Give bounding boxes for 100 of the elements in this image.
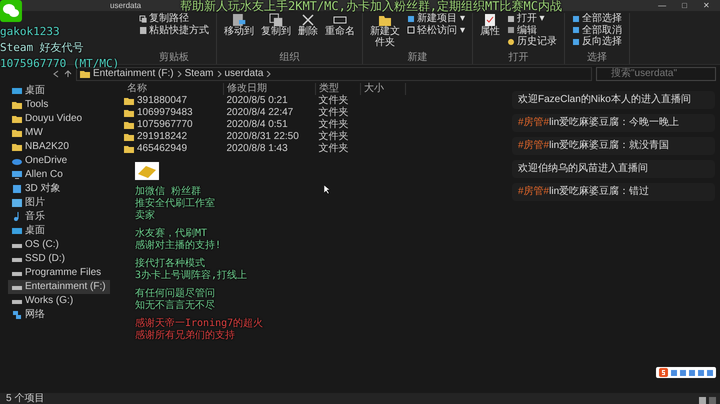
ribbon-button[interactable]: 编辑 [504,24,559,36]
file-name[interactable]: 1069979483 [137,107,193,119]
overlay-text: 水友赛，代刷MT [135,228,208,240]
sidebar-item[interactable]: OS (C:) [8,238,63,252]
copy-icon [139,14,147,23]
table-cell-text: 文件夹 [318,95,350,106]
ribbon-button[interactable]: 复制到 [259,13,293,52]
file-name[interactable]: 291918242 [137,131,188,143]
desktop-icon [12,86,22,96]
chat-message: #房管#lin爱吃麻婆豆腐：错过 [512,183,715,201]
ime-logo-icon[interactable] [659,368,668,377]
chat-message: 欢迎伯纳乌的风苗进入直播间 [512,160,715,178]
group-label: 打开 [507,52,530,64]
sidebar-item[interactable]: Douyu Video [8,112,86,126]
back-icon[interactable] [52,70,60,78]
sidebar-item[interactable]: Allen Co [8,168,67,182]
sidebar-item[interactable]: 网络 [8,308,49,322]
sidebar-item[interactable]: Entertainment (F:) [8,280,110,294]
overlay-text: 感谢天帝一Ironing7的超火 [135,318,264,330]
banner-text: 帮助新人玩水友上手2KMT/MC,办卡加入粉丝群,定期组织MT比赛MC内战 [180,0,562,13]
ribbon-button[interactable]: 反向选择 [570,36,624,48]
status-text: 5 个项目 [0,393,720,404]
mouse-cursor-icon [324,185,330,194]
table-cell-text: 2020/8/4 22:47 [226,107,294,119]
paste-icon [139,26,147,34]
folder-icon [80,68,90,78]
ribbon-button[interactable]: 属性 [478,13,502,52]
history-icon [506,38,515,46]
overlay-text: 加微信 粉丝群 [135,186,202,198]
maximize-button[interactable]: □ [676,2,693,10]
ribbon-button[interactable]: 全部选择 [570,13,624,24]
cloud-icon [12,156,22,166]
sidebar-item[interactable]: Programme Files [8,266,106,280]
ribbon-button[interactable]: 复制路径 [137,13,211,24]
file-name[interactable]: 1075967770 [137,119,193,131]
search-field[interactable]: 搜索"userdata" [596,66,716,80]
overlay-text: 有任何问题尽管问 [135,288,215,300]
ingot-icon [135,162,159,180]
copy-icon [269,13,283,27]
sidebar-item[interactable]: Tools [8,98,52,112]
sidebar-item[interactable]: NBA2K20 [8,140,73,154]
ribbon-button[interactable]: 历史记录 [504,36,559,48]
column-header[interactable]: 类型 [316,82,361,94]
file-name[interactable]: 465462949 [137,143,188,155]
overlay-text: 接代打各种模式 [135,258,205,270]
ribbon-button[interactable]: 全部取消 [570,24,624,36]
ribbon-button[interactable]: 重命名 [323,13,357,52]
overlay-text: 感谢所有兄弟们的支持 [135,330,235,342]
close-button[interactable]: ✕ [697,2,716,10]
table-cell-text: 2020/8/8 1:43 [226,143,289,155]
overlay-text: gakok1233 [0,25,60,38]
network-icon [12,310,22,320]
sidebar-item[interactable]: 图片 [8,196,49,210]
overlay-text: Steam 好友代号 [0,41,84,54]
column-header[interactable]: 大小 [361,82,406,94]
ribbon-button[interactable]: 打开 ▾ [504,13,559,24]
table-cell-text: 文件夹 [318,119,350,130]
ribbon-button[interactable]: 粘贴快捷方式 [137,24,211,36]
sidebar-item[interactable]: 桌面 [8,84,49,98]
ribbon-button[interactable]: 删除 [296,13,320,52]
column-header[interactable]: 名称 [124,82,224,94]
computer-icon [12,170,22,180]
group-label: 选择 [586,52,608,64]
breadcrumb[interactable]: Steam [184,68,214,80]
ribbon-button[interactable]: 轻松访问 ▾ [405,24,467,36]
breadcrumb[interactable]: Entertainment (F:) [93,68,174,80]
chevron-icon [216,70,222,76]
minimize-button[interactable]: — [652,2,672,10]
properties-icon [482,13,497,27]
sidebar-item[interactable]: 音乐 [8,210,49,224]
sidebar-item[interactable]: SSD (D:) [8,252,69,266]
folder-icon [378,13,392,27]
chat-message: #房管#lin爱吃麻婆豆腐：今晚一晚上 [512,114,715,132]
desktop-icon [12,226,22,236]
ribbon-button[interactable]: 新建文件夹 [368,13,402,52]
overlay-text: 感谢对主播的支持! [135,240,222,252]
chevron-icon [266,70,272,76]
sidebar-item[interactable]: 3D 对象 [8,182,65,196]
ribbon-button[interactable]: 移动到 [222,13,256,52]
table-cell-text: 文件夹 [318,131,350,142]
file-name[interactable]: 391880047 [137,95,188,107]
overlay-text: 推安全代刷工作室 [135,198,215,210]
up-icon[interactable] [64,70,72,78]
sidebar-item[interactable]: Works (G:) [8,294,78,308]
group-label: 组织 [278,52,300,64]
group-label: 新建 [406,52,428,64]
overlay-text: 卖家 [135,210,155,222]
breadcrumb[interactable]: userdata [224,68,264,80]
delete-icon [301,13,315,27]
column-header[interactable]: 修改日期 [224,82,316,94]
chevron-icon [176,70,182,76]
table-cell-text: 文件夹 [318,143,350,155]
ribbon-button[interactable]: 新建项目 ▾ [405,13,467,24]
access-icon [407,26,415,34]
sidebar-item[interactable]: 桌面 [8,224,49,238]
sidebar-item[interactable]: MW [8,126,47,140]
sidebar-item[interactable]: OneDrive [8,154,72,168]
chat-message: 欢迎FazeClan的Niko本人的进入直播间 [512,91,715,109]
table-cell-text: 文件夹 [318,107,350,118]
chat-app-icon [0,0,22,22]
